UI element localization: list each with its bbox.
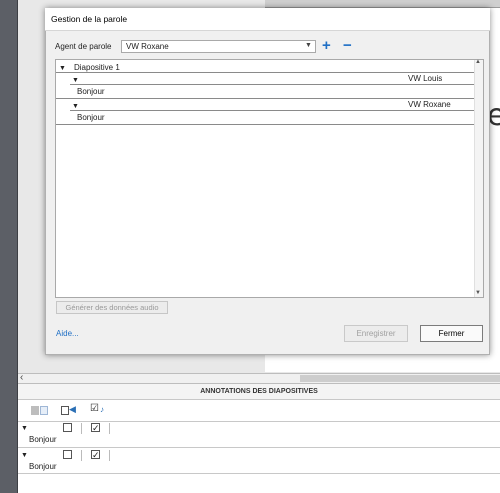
annotation-audio-checkbox[interactable]: ✓ <box>91 450 100 460</box>
triangle-down-icon[interactable]: ▼ <box>72 103 79 110</box>
annotation-audio-checkbox[interactable]: ✓ <box>91 423 100 433</box>
checked-box-icon[interactable]: ☑ <box>90 403 99 414</box>
horizontal-scrollbar-thumb[interactable] <box>300 375 500 382</box>
checkbox-all-icon[interactable] <box>61 406 69 415</box>
tree-separator <box>56 124 474 125</box>
chevron-down-icon[interactable]: ▼ <box>305 42 312 49</box>
annotation-checkbox[interactable] <box>63 423 72 432</box>
annotation-text[interactable]: Bonjour <box>29 462 57 471</box>
slide-node-label[interactable]: Diapositive 1 <box>74 63 120 72</box>
speech-tree-list <box>55 59 484 298</box>
tree-separator <box>56 72 474 73</box>
slide-top-bar <box>265 0 500 8</box>
scroll-up-icon[interactable]: ▲ <box>475 59 481 65</box>
dialog-title: Gestion de la parole <box>51 14 128 24</box>
speech-text[interactable]: Bonjour <box>77 113 105 122</box>
left-toolbar-strip <box>0 0 18 493</box>
triangle-down-icon[interactable]: ▼ <box>21 425 28 432</box>
speech-text[interactable]: Bonjour <box>77 87 105 96</box>
row-divider <box>109 450 110 461</box>
tree-separator <box>70 84 474 85</box>
close-button[interactable]: Fermer <box>420 325 483 342</box>
speech-agent-label: Agent de parole <box>55 42 112 51</box>
save-button[interactable]: Enregistrer <box>344 325 408 342</box>
annotation-checkbox[interactable] <box>63 450 72 459</box>
grid-view-icon[interactable] <box>31 406 39 415</box>
speaker-icon[interactable]: ◀ <box>69 404 76 415</box>
plus-icon[interactable]: + <box>322 38 331 53</box>
annotation-text[interactable]: Bonjour <box>29 435 57 444</box>
triangle-down-icon[interactable]: ▼ <box>21 452 28 459</box>
audio-icon[interactable]: ♪ <box>100 405 104 414</box>
help-link[interactable]: Aide... <box>56 329 79 338</box>
tree-separator <box>70 110 474 111</box>
row-divider <box>81 423 82 434</box>
speech-voice-label: VW Louis <box>408 74 443 83</box>
row-divider <box>81 450 82 461</box>
generate-audio-button[interactable]: Générer des données audio <box>56 301 168 314</box>
triangle-down-icon[interactable]: ▼ <box>72 77 79 84</box>
tree-separator <box>56 98 474 99</box>
tree-vertical-scrollbar[interactable] <box>474 60 483 297</box>
row-divider <box>109 423 110 434</box>
scroll-down-icon[interactable]: ▼ <box>475 290 481 296</box>
grid-view-selected-icon[interactable] <box>40 406 48 415</box>
chevron-left-icon[interactable]: ‹ <box>20 372 23 383</box>
triangle-down-icon[interactable]: ▼ <box>59 65 66 72</box>
annotations-header: ANNOTATIONS DES DIAPOSITIVES <box>18 384 500 400</box>
minus-icon[interactable]: − <box>343 38 352 53</box>
speech-agent-select[interactable]: VW Roxane <box>121 40 316 53</box>
speech-voice-label: VW Roxane <box>408 100 451 109</box>
